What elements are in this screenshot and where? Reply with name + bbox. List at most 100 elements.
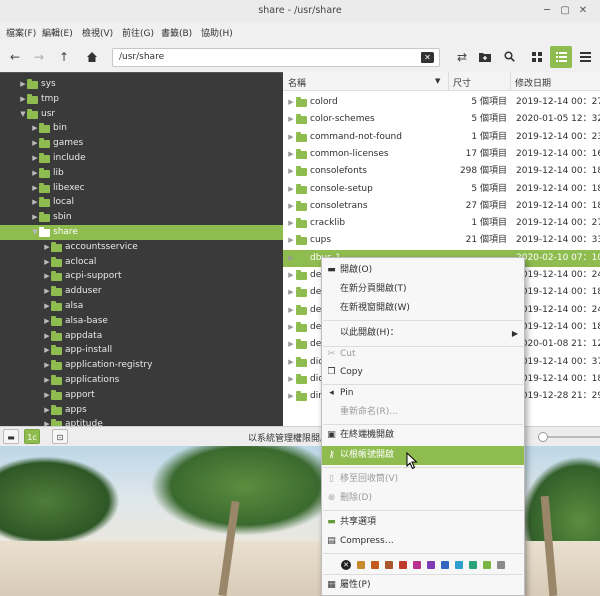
menu-move-to-trash[interactable]: ▯ 移至回收筒(V) bbox=[322, 470, 524, 489]
expander-closed-icon[interactable]: ▶ bbox=[286, 250, 296, 267]
menu-edit[interactable]: 編輯(E) bbox=[42, 26, 73, 39]
clear-icon[interactable]: ✕ bbox=[421, 52, 434, 63]
sidebar-item-include[interactable]: ▶ include bbox=[0, 151, 283, 166]
tag-color-swatch[interactable] bbox=[371, 561, 379, 569]
sidebar-item-sbin[interactable]: ▶ sbin bbox=[0, 210, 283, 225]
menu-cut[interactable]: ✂ Cut bbox=[322, 345, 524, 364]
menu-compress[interactable]: ▤ Compress… bbox=[322, 532, 524, 551]
sidebar-item-share[interactable]: ▼ share bbox=[0, 225, 283, 240]
file-row[interactable]: ▶ consolefonts 298 個項目 2019-12-14 00：18 bbox=[283, 163, 600, 180]
tag-color-swatch[interactable] bbox=[469, 561, 477, 569]
file-row[interactable]: ▶ common-licenses 17 個項目 2019-12-14 00：16 bbox=[283, 146, 600, 163]
title-bar[interactable]: share - /usr/share ─ ▢ ✕ bbox=[0, 0, 600, 22]
expander-closed-icon[interactable]: ▶ bbox=[286, 319, 296, 336]
back-button[interactable]: ← bbox=[4, 47, 26, 67]
column-date[interactable]: 修改日期 bbox=[515, 76, 551, 89]
expander-closed-icon[interactable]: ▶ bbox=[286, 354, 296, 371]
file-row[interactable]: ▶ command-not-found 1 個項目 2019-12-14 00：23 bbox=[283, 129, 600, 146]
sidebar-item-apps[interactable]: ▶ apps bbox=[0, 403, 283, 418]
tag-color-swatch[interactable] bbox=[427, 561, 435, 569]
expander-closed-icon[interactable]: ▶ bbox=[286, 336, 296, 353]
sidebar-item-app-install[interactable]: ▶ app-install bbox=[0, 343, 283, 358]
file-row[interactable]: ▶ consoletrans 27 個項目 2019-12-14 00：18 bbox=[283, 198, 600, 215]
expander-closed-icon[interactable]: ▶ bbox=[286, 388, 296, 405]
sidebar-item-aptitude[interactable]: ▶ aptitude bbox=[0, 417, 283, 426]
menu-sharing-options[interactable]: ▬ 共享選項 bbox=[322, 513, 524, 532]
menu-file[interactable]: 檔案(F) bbox=[6, 26, 36, 39]
sidebar-tree[interactable]: ▶ sys ▶ tmp ▼ usr ▶ bin ▶ games ▶ include ▶ lib ▶ libex… bbox=[0, 72, 283, 426]
sidebar-item-tmp[interactable]: ▶ tmp bbox=[0, 92, 283, 107]
tag-color-swatch[interactable] bbox=[455, 561, 463, 569]
sidebar-item-lib[interactable]: ▶ lib bbox=[0, 166, 283, 181]
sidebar-item-application-registry[interactable]: ▶ application-registry bbox=[0, 358, 283, 373]
sidebar-item-games[interactable]: ▶ games bbox=[0, 136, 283, 151]
expander-closed-icon[interactable]: ▶ bbox=[286, 215, 296, 232]
compact-view-button[interactable] bbox=[574, 46, 596, 68]
home-button[interactable] bbox=[81, 47, 103, 67]
sort-arrow-icon[interactable]: ▼ bbox=[435, 77, 440, 85]
sidebar-item-local[interactable]: ▶ local bbox=[0, 195, 283, 210]
tag-color-swatch[interactable] bbox=[385, 561, 393, 569]
sidebar-item-alsa[interactable]: ▶ alsa bbox=[0, 299, 283, 314]
sidebar-item-libexec[interactable]: ▶ libexec bbox=[0, 181, 283, 196]
sidebar-item-sys[interactable]: ▶ sys bbox=[0, 77, 283, 92]
up-button[interactable]: ↑ bbox=[53, 47, 75, 67]
tag-color-swatch[interactable] bbox=[413, 561, 421, 569]
sidebar-item-alsa-base[interactable]: ▶ alsa-base bbox=[0, 314, 283, 329]
location-bar[interactable]: /usr/share ✕ bbox=[112, 48, 440, 67]
places-toggle-button[interactable]: ▬ bbox=[3, 429, 19, 444]
sidebar-item-appdata[interactable]: ▶ appdata bbox=[0, 329, 283, 344]
sidebar-item-applications[interactable]: ▶ applications bbox=[0, 373, 283, 388]
maximize-button[interactable]: ▢ bbox=[558, 4, 572, 18]
expander-closed-icon[interactable]: ▶ bbox=[286, 267, 296, 284]
sidebar-item-aclocal[interactable]: ▶ aclocal bbox=[0, 255, 283, 270]
minimize-button[interactable]: ─ bbox=[540, 4, 554, 18]
tag-color-swatch[interactable] bbox=[399, 561, 407, 569]
tag-color-swatch[interactable] bbox=[441, 561, 449, 569]
menu-delete[interactable]: ⊗ 刪除(D) bbox=[322, 489, 524, 508]
file-row[interactable]: ▶ color-schemes 5 個項目 2020-01-05 12：32 bbox=[283, 111, 600, 128]
menu-rename[interactable]: 重新命名(R)… bbox=[322, 403, 524, 422]
zoom-slider[interactable] bbox=[530, 432, 600, 442]
clear-tag-icon[interactable]: ✕ bbox=[341, 560, 351, 570]
tag-color-swatch[interactable] bbox=[497, 561, 505, 569]
forward-button[interactable]: → bbox=[28, 47, 50, 67]
close-button[interactable]: ✕ bbox=[576, 4, 590, 18]
tag-color-swatch[interactable] bbox=[483, 561, 491, 569]
sidebar-item-usr[interactable]: ▼ usr bbox=[0, 107, 283, 122]
menu-properties[interactable]: ▦ 屬性(P) bbox=[322, 576, 524, 595]
toggle-location-button[interactable]: ⇄ bbox=[451, 46, 473, 68]
sidebar-item-bin[interactable]: ▶ bin bbox=[0, 121, 283, 136]
sidebar-item-adduser[interactable]: ▶ adduser bbox=[0, 284, 283, 299]
column-size[interactable]: 尺寸 bbox=[453, 76, 471, 89]
expander-closed-icon[interactable]: ▶ bbox=[286, 146, 296, 163]
tree-toggle-button[interactable]: 1c bbox=[24, 429, 40, 444]
sidebar-item-acpi-support[interactable]: ▶ acpi-support bbox=[0, 269, 283, 284]
expander-closed-icon[interactable]: ▶ bbox=[286, 302, 296, 319]
file-row[interactable]: ▶ console-setup 5 個項目 2019-12-14 00：18 bbox=[283, 181, 600, 198]
column-name[interactable]: 名稱 bbox=[288, 76, 306, 89]
menu-view[interactable]: 檢視(V) bbox=[82, 26, 113, 39]
menu-pin[interactable]: ◂ Pin bbox=[322, 384, 524, 403]
expander-closed-icon[interactable]: ▶ bbox=[286, 232, 296, 249]
expander-closed-icon[interactable]: ▶ bbox=[286, 284, 296, 301]
menu-go[interactable]: 前往(G) bbox=[122, 26, 154, 39]
menu-open-new-window[interactable]: 在新視窗開啟(W) bbox=[322, 299, 524, 318]
menu-open-with[interactable]: 以此開啟(H)： ▶ bbox=[322, 324, 524, 343]
zoom-slider-knob[interactable] bbox=[538, 432, 548, 442]
menu-bookmarks[interactable]: 書籤(B) bbox=[161, 26, 192, 39]
search-button[interactable] bbox=[498, 46, 520, 68]
expander-closed-icon[interactable]: ▶ bbox=[286, 371, 296, 388]
expander-closed-icon[interactable]: ▶ bbox=[286, 198, 296, 215]
expander-closed-icon[interactable]: ▶ bbox=[286, 181, 296, 198]
file-row[interactable]: ▶ cracklib 1 個項目 2019-12-14 00：27 bbox=[283, 215, 600, 232]
menu-open[interactable]: ▬ 開啟(O) bbox=[322, 261, 524, 280]
expander-closed-icon[interactable]: ▶ bbox=[286, 94, 296, 111]
file-row[interactable]: ▶ colord 5 個項目 2019-12-14 00：27 bbox=[283, 94, 600, 111]
menu-open-new-tab[interactable]: 在新分頁開啟(T) bbox=[322, 280, 524, 299]
list-view-button[interactable] bbox=[550, 46, 572, 68]
sidebar-item-apport[interactable]: ▶ apport bbox=[0, 388, 283, 403]
file-row[interactable]: ▶ cups 21 個項目 2019-12-14 00：33 bbox=[283, 232, 600, 249]
sidebar-item-accountsservice[interactable]: ▶ accountsservice bbox=[0, 240, 283, 255]
expander-closed-icon[interactable]: ▶ bbox=[286, 111, 296, 128]
